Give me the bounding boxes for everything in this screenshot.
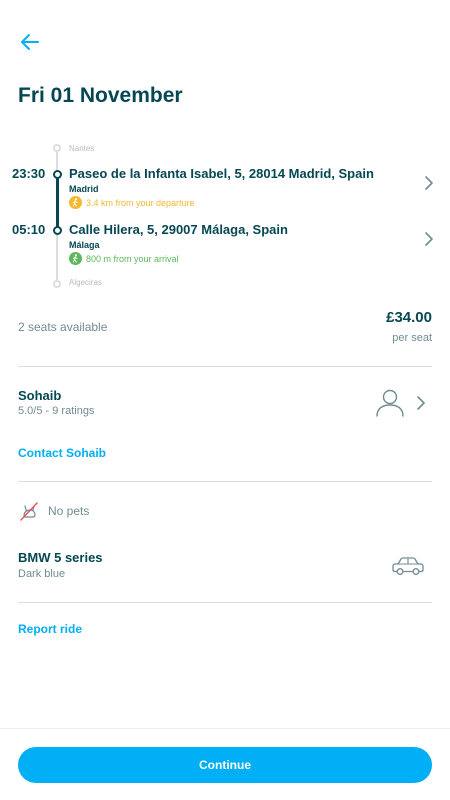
- car-color: Dark blue: [18, 568, 66, 580]
- bottom-bar: Continue: [0, 728, 450, 800]
- departure-stop[interactable]: 23:30 Paseo de la Infanta Isabel, 5, 280…: [0, 166, 450, 214]
- walking-icon: [69, 252, 82, 265]
- page-title: Fri 01 November: [18, 84, 183, 107]
- departure-distance-text: 3.4 km from your departure: [86, 197, 195, 208]
- departure-address: Paseo de la Infanta Isabel, 5, 28014 Mad…: [69, 166, 374, 181]
- seats-available: 2 seats available: [18, 320, 108, 334]
- timeline-dot-destination: [53, 280, 61, 288]
- arrival-distance-text: 800 m from your arrival: [86, 253, 179, 264]
- pets-preference: No pets: [18, 500, 89, 522]
- driver-profile-row[interactable]: Sohaib 5.0/5 - 9 ratings: [0, 380, 450, 428]
- departure-distance: 3.4 km from your departure: [69, 196, 195, 209]
- divider: [18, 366, 432, 367]
- departure-city: Madrid: [69, 184, 99, 194]
- car-icon: [392, 557, 424, 575]
- walking-icon: [69, 196, 82, 209]
- divider: [18, 602, 432, 603]
- avatar-icon: [376, 389, 404, 417]
- driver-name: Sohaib: [18, 388, 62, 403]
- arrival-city: Málaga: [69, 240, 100, 250]
- arrival-stop[interactable]: 05:10 Calle Hilera, 5, 29007 Málaga, Spa…: [0, 222, 450, 270]
- chevron-right-icon: [417, 396, 425, 410]
- arrival-distance: 800 m from your arrival: [69, 252, 179, 265]
- car-model: BMW 5 series: [18, 550, 103, 565]
- price: £34.00: [386, 309, 432, 326]
- itinerary: Nantes Algeciras 23:30 Paseo de la Infan…: [0, 140, 450, 290]
- car-info: BMW 5 series Dark blue: [0, 548, 450, 592]
- chevron-right-icon: [425, 176, 433, 190]
- chevron-right-icon: [425, 232, 433, 246]
- departure-time: 23:30: [12, 166, 46, 181]
- timeline-dot-origin: [53, 144, 61, 152]
- driver-rating: 5.0/5 - 9 ratings: [18, 405, 95, 417]
- origin-city-faded: Nantes: [69, 144, 95, 153]
- ride-details-screen: Fri 01 November Nantes Algeciras 23:30 P…: [0, 0, 450, 800]
- pets-label: No pets: [48, 504, 90, 518]
- report-ride-link[interactable]: Report ride: [18, 622, 82, 636]
- contact-driver-link[interactable]: Contact Sohaib: [18, 446, 106, 460]
- arrival-address: Calle Hilera, 5, 29007 Málaga, Spain: [69, 222, 288, 237]
- no-pets-icon: [20, 502, 38, 521]
- arrival-time: 05:10: [12, 222, 46, 237]
- arrow-left-icon[interactable]: [18, 30, 42, 54]
- destination-city-faded: Algeciras: [69, 278, 102, 287]
- per-seat-label: per seat: [392, 332, 432, 344]
- continue-button[interactable]: Continue: [18, 747, 432, 783]
- divider: [18, 481, 432, 482]
